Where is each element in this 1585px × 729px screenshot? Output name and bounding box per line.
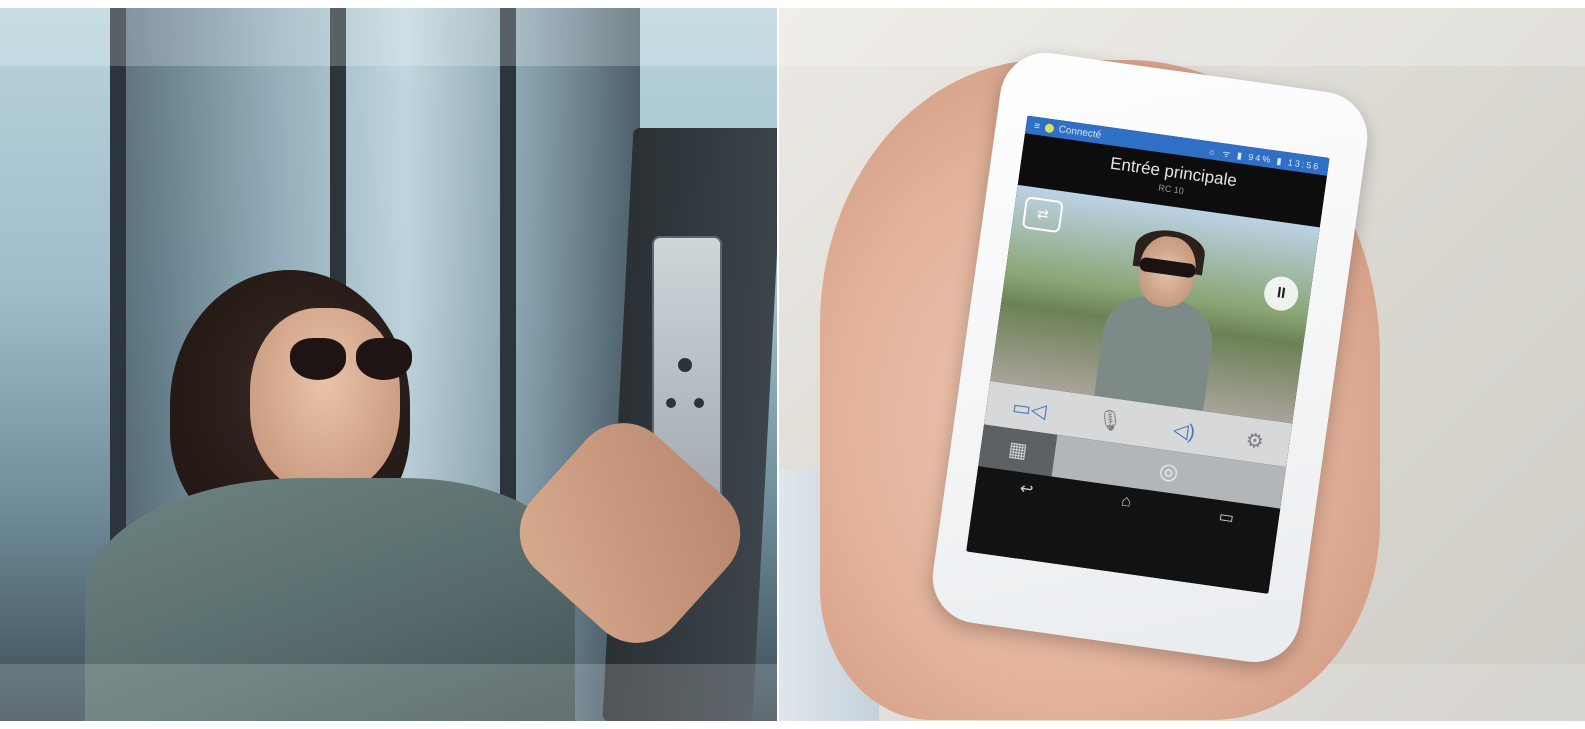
top-overlay-band xyxy=(0,8,777,66)
left-photo-panel xyxy=(0,8,777,721)
back-icon[interactable]: ↩ xyxy=(1019,478,1035,500)
smartphone: ≡ Connecté ☼ ᯤ ▮ 94% ▮ 13:56 Entrée prin… xyxy=(926,47,1374,668)
phone-screen: ≡ Connecté ☼ ᯤ ▮ 94% ▮ 13:56 Entrée prin… xyxy=(966,115,1330,594)
video-feed: ⇄ II xyxy=(990,184,1320,424)
intercom-button xyxy=(666,398,676,408)
swap-camera-icon[interactable]: ⇄ xyxy=(1021,196,1064,234)
pause-button[interactable]: II xyxy=(1261,274,1301,313)
sunglasses xyxy=(290,338,414,384)
connection-status-icon xyxy=(1044,122,1055,133)
mic-mute-icon[interactable]: 🎙 xyxy=(1096,406,1125,434)
recent-apps-icon[interactable]: ▭ xyxy=(1218,506,1236,528)
home-icon[interactable]: ⌂ xyxy=(1120,493,1132,512)
speaker-icon[interactable]: ◁) xyxy=(1172,417,1197,445)
menu-icon[interactable]: ≡ xyxy=(1033,120,1040,132)
intercom-camera-icon xyxy=(678,358,692,372)
connection-status: Connecté xyxy=(1057,123,1102,141)
settings-icon[interactable]: ⚙ xyxy=(1244,427,1265,454)
intercom-button xyxy=(694,398,704,408)
woman-face xyxy=(250,308,400,493)
camera-icon[interactable]: ▭◁ xyxy=(1011,394,1048,424)
bottom-overlay-band xyxy=(0,664,777,721)
top-overlay-band xyxy=(779,8,1585,66)
visitor-image xyxy=(1094,226,1226,411)
